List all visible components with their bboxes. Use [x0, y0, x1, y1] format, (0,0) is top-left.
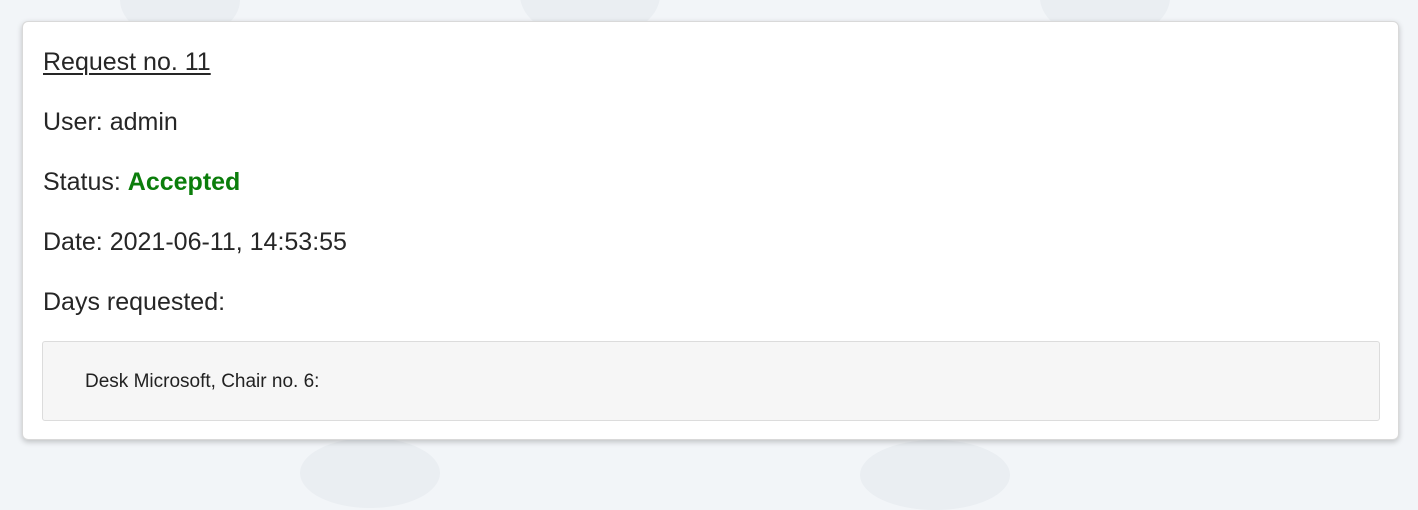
status-value: Accepted	[127, 168, 241, 196]
days-requested-label: Days requested:	[43, 288, 226, 316]
request-status: Status: Accepted	[43, 167, 240, 197]
request-card: Request no. 11 User: admin Status: Accep…	[22, 21, 1399, 440]
user-value: admin	[109, 108, 178, 136]
request-date: Date: 2021-06-11, 14:53:55	[43, 227, 347, 257]
user-label: User:	[43, 108, 103, 136]
list-item: Desk Microsoft, Chair no. 6:	[85, 371, 320, 392]
background-decoration	[860, 440, 1010, 510]
request-title: Request no. 11	[43, 48, 211, 76]
days-requested-list: Desk Microsoft, Chair no. 6:	[42, 341, 1380, 421]
background-decoration	[300, 438, 440, 508]
status-label: Status:	[43, 168, 121, 196]
request-user: User: admin	[43, 107, 178, 137]
date-label: Date:	[43, 228, 103, 256]
date-value: 2021-06-11, 14:53:55	[109, 228, 347, 256]
